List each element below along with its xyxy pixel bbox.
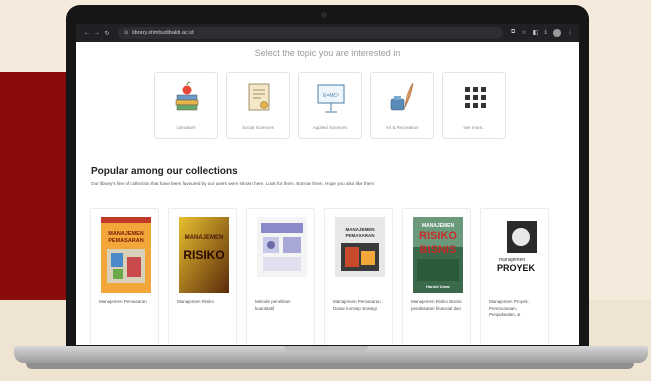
forward-arrow-icon[interactable]: → [92, 30, 102, 36]
cover-title: PEMASARAN [108, 238, 143, 244]
cover-title: PROYEK [497, 263, 536, 273]
cover-title: MANAJEMEN [345, 227, 374, 232]
star-icon[interactable]: ☆ [521, 29, 526, 37]
book-card-metode-penelitian[interactable]: Metode penelitian kuantitatif [246, 208, 315, 345]
topic-heading: Select the topic you are interested in [254, 48, 401, 58]
laptop-notch [284, 346, 368, 351]
camera-icon [321, 12, 327, 18]
book-card-risiko-bisnis[interactable]: MANAJEMEN RISIKO BISNIS Harold Umar Mana… [402, 208, 471, 345]
topic-applied-sciences[interactable]: E=MC² Applied Sciences [298, 72, 362, 139]
extensions-icon[interactable]: ◧ [533, 29, 539, 37]
topic-see-more[interactable]: see more.. [442, 72, 506, 139]
ink-feather-icon [390, 82, 414, 111]
cover-title: MANAJEMEN [185, 235, 224, 241]
cover-title: BISNIS [420, 244, 457, 256]
book-card-manajemen-pemasaran[interactable]: MANAJEMEN PEMASARAN Manajemen Pemasaran [90, 208, 159, 345]
browser-toolbar: ← → ↻ ⊙ library.stimbudibakti.ac.id ⧉ ☆ … [76, 24, 579, 42]
book-cover: MANAJEMEN RISIKO BISNIS Harold Umar [413, 217, 463, 293]
grid-dots-icon [465, 87, 486, 108]
cover-title: RISIKO [419, 230, 457, 242]
download-icon[interactable]: ⤓ [544, 29, 547, 37]
book-cover: manajemen PROYEK [491, 217, 541, 293]
topic-art-recreation[interactable]: Art & Recreation [370, 72, 434, 139]
topic-label: Literature [176, 125, 196, 130]
topic-social-sciences[interactable]: Social Sciences [226, 72, 290, 139]
book-list: MANAJEMEN PEMASARAN Manajemen Pemasaran [90, 208, 549, 345]
topic-literature[interactable]: Literature [154, 72, 218, 139]
topic-label: Social Sciences [242, 125, 274, 130]
book-cover: MANAJEMEN PEMASARAN [335, 217, 385, 277]
book-title: Manajemen Risiko [177, 299, 215, 304]
topic-label: Art & Recreation [385, 125, 419, 130]
book-card-pemasaran-dasar-konsep[interactable]: MANAJEMEN PEMASARAN Manajemen Pemasaran … [324, 208, 393, 345]
background-red-block [0, 72, 70, 302]
site-info-icon[interactable]: ⊙ [124, 30, 128, 36]
topic-list: Literature Social Sciences E=MC² Applied… [154, 72, 506, 139]
book-title: Manajemen Risiko Bisnis: pendekatan fina… [411, 299, 463, 311]
apple-books-icon [175, 81, 199, 111]
section-description: Our library's line of collection that ha… [91, 181, 375, 186]
cover-title: RISIKO [183, 248, 224, 262]
cover-author: Harold Umar [426, 284, 450, 289]
menu-icon[interactable]: ⋮ [567, 29, 573, 37]
book-title: Manajemen Pemasaran [99, 299, 147, 304]
topic-label: see more.. [463, 125, 485, 130]
section-title: Popular among our collections [91, 166, 238, 177]
translate-icon[interactable]: ⧉ [511, 29, 515, 37]
cover-title: MANAJEMEN [108, 231, 143, 237]
url-text: library.stimbudibakti.ac.id [132, 30, 194, 36]
book-title: Manajemen Proyek : Perencanaan, Penjadwa… [489, 299, 531, 317]
book-card-manajemen-risiko[interactable]: MANAJEMEN RISIKO Manajemen Risiko [168, 208, 237, 345]
back-arrow-icon[interactable]: ← [82, 30, 92, 36]
address-bar[interactable]: ⊙ library.stimbudibakti.ac.id [118, 27, 503, 39]
book-cover: MANAJEMEN PEMASARAN [101, 217, 151, 293]
cover-title: PEMASARAN [345, 233, 374, 238]
cover-title: MANAJEMEN [422, 223, 455, 229]
avatar[interactable] [553, 29, 561, 37]
board-formula: E=MC² [323, 93, 339, 99]
laptop-feet [26, 363, 634, 369]
reload-icon[interactable]: ↻ [102, 30, 112, 37]
book-cover: MANAJEMEN RISIKO [179, 217, 229, 293]
book-card-manajemen-proyek[interactable]: manajemen PROYEK Manajemen Proyek : Pere… [480, 208, 549, 345]
book-cover [257, 217, 307, 277]
topic-label: Applied Sciences [312, 125, 348, 130]
certificate-icon [248, 83, 270, 111]
laptop-screen: ← → ↻ ⊙ library.stimbudibakti.ac.id ⧉ ☆ … [76, 24, 579, 345]
presentation-board-icon: E=MC² [317, 84, 345, 113]
book-title: Metode penelitian kuantitatif [255, 299, 291, 311]
book-title: Manajemen Pemasaran : Dasar konsep strat… [333, 299, 384, 311]
